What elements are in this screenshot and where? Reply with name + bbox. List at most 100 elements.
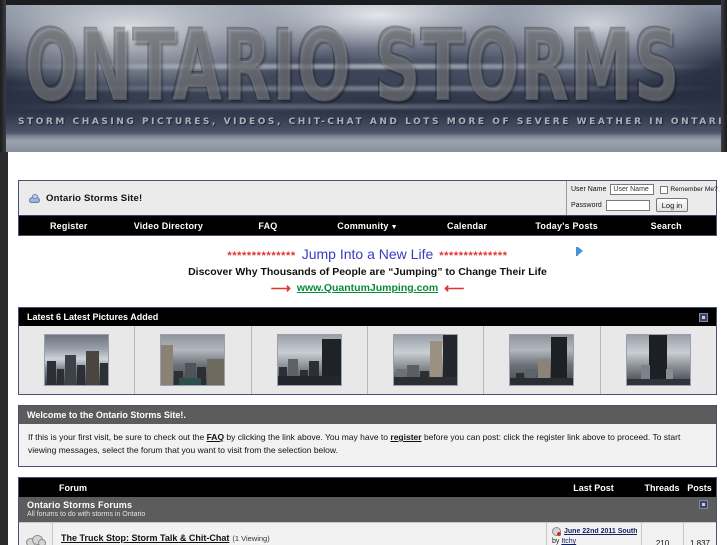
thumbnail-item[interactable] [601, 326, 716, 394]
login-form: User Name Remember Me? Password Log in [566, 181, 718, 215]
thumbnail-item[interactable] [135, 326, 252, 394]
remember-me-label: Remember Me? [670, 186, 718, 193]
ad-headline: Jump Into a New Life [301, 246, 434, 262]
faq-link[interactable]: FAQ [207, 432, 224, 442]
site-header-banner: ONTARIO STORMS STORM CHASING PICTURES, V… [0, 0, 727, 152]
ad-stars-right: ************** [439, 250, 508, 262]
nav-item-community[interactable]: Community ▼ [318, 221, 418, 231]
username-row: User Name Remember Me? [571, 184, 718, 195]
advertisement-banner[interactable]: ************** Jump Into a New Life ******… [18, 247, 717, 297]
last-post-author-link[interactable]: Itchy [561, 538, 576, 545]
password-row: Password Log in [571, 198, 712, 212]
column-header-forum[interactable]: Forum [19, 483, 546, 493]
city-skyline-storm-4 [393, 334, 459, 386]
breadcrumb-label: Ontario Storms Site! [46, 192, 143, 204]
horizon-line [0, 134, 727, 152]
password-label: Password [571, 201, 602, 209]
welcome-title: Welcome to the Ontario Storms Site!. [19, 406, 716, 424]
table-row: The Truck Stop: Storm Talk & Chit-Chat (1… [19, 522, 716, 545]
nav-label: Community [337, 220, 389, 231]
chevron-down-icon: ▼ [390, 223, 398, 231]
nav-item-video-directory[interactable]: Video Directory [119, 221, 219, 231]
forum-category-subtitle: All forums to do with storms in Ontario [27, 511, 146, 518]
column-header-posts[interactable]: Posts [683, 483, 716, 493]
header-toolbar-box: Ontario Storms Site! User Name Remember … [18, 180, 718, 236]
ad-subline: Discover Why Thousands of People are “Ju… [188, 266, 547, 278]
threads-count-cell: 210 [641, 523, 683, 545]
ad-stars-left: ************** [227, 250, 296, 262]
storm-cloud-icon [25, 533, 47, 545]
forum-table-header: Forum Last Post Threads Posts [19, 478, 716, 497]
nav-label: Today's Posts [535, 220, 598, 231]
remember-me-toggle[interactable]: Remember Me? [660, 185, 718, 194]
site-tagline: STORM CHASING PICTURES, VIDEOS, CHIT-CHA… [18, 117, 727, 127]
column-header-threads[interactable]: Threads [641, 483, 683, 493]
nav-label: Calendar [447, 220, 488, 231]
last-post-title-row: June 22nd 2011 Southern... [552, 527, 637, 536]
new-post-icon [552, 527, 561, 536]
forum-list-table: Forum Last Post Threads Posts Ontario St… [18, 477, 717, 545]
forum-status-icon-cell [19, 523, 53, 545]
welcome-panel: Welcome to the Ontario Storms Site!. If … [18, 405, 717, 467]
page-content: Ontario Storms Site! User Name Remember … [8, 152, 727, 545]
username-label: User Name [571, 186, 607, 193]
banner-top-edge [0, 0, 727, 5]
nav-label: FAQ [258, 220, 278, 231]
ad-headline-row: ************** Jump Into a New Life ******… [18, 247, 717, 264]
nav-label: Search [650, 220, 682, 231]
thumbnail-item[interactable] [484, 326, 601, 394]
collapse-icon[interactable] [699, 312, 708, 322]
arrow-left-icon: ⟵ [444, 280, 465, 296]
last-post-cell: June 22nd 2011 Southern... by Itchy 12 H… [546, 523, 641, 545]
city-skyline-storm-2 [160, 334, 226, 386]
thumbnail-item[interactable] [19, 326, 136, 394]
thumbnail-item[interactable] [368, 326, 485, 394]
forum-title-link[interactable]: The Truck Stop: Storm Talk & Chit-Chat [61, 533, 229, 543]
username-input[interactable] [610, 184, 655, 195]
header-toolbar: Ontario Storms Site! User Name Remember … [19, 181, 718, 215]
remember-me-checkbox[interactable] [660, 185, 669, 194]
register-link[interactable]: register [390, 432, 421, 442]
nav-item-register[interactable]: Register [19, 221, 119, 231]
arrow-right-icon: ⟶ [270, 280, 291, 296]
last-post-author-row: by Itchy [552, 538, 637, 545]
city-skyline-storm-3 [276, 334, 342, 386]
login-button[interactable]: Log in [655, 198, 689, 212]
welcome-text-1: If this is your first visit, be sure to … [28, 432, 207, 442]
last-post-by-prefix: by [552, 538, 562, 545]
thumbnail-item[interactable] [252, 326, 368, 394]
ad-url-row: ⟶ www.QuantumJumping.com ⟵ [18, 280, 717, 296]
city-skyline-storm-1 [44, 334, 110, 386]
ad-url-link[interactable]: www.QuantumJumping.com [297, 280, 438, 296]
page-left-margin [0, 152, 8, 545]
site-title: ONTARIO STORMS [24, 8, 680, 122]
breadcrumb[interactable]: Ontario Storms Site! [19, 181, 566, 215]
city-skyline-storm-6 [625, 334, 691, 386]
banner-left-edge [0, 0, 6, 152]
posts-count-cell: 1,837 [683, 523, 716, 545]
column-header-last-post[interactable]: Last Post [546, 483, 641, 493]
password-input[interactable] [605, 199, 650, 211]
ad-choices-icon[interactable] [576, 247, 585, 256]
last-post-link[interactable]: June 22nd 2011 Southern... [564, 528, 637, 535]
forum-category-header: Ontario Storms Forums All forums to do w… [19, 497, 716, 522]
nav-label: Video Directory [133, 220, 204, 231]
latest-pictures-strip [19, 326, 716, 394]
banner-right-edge [721, 0, 727, 152]
welcome-text-2: by clicking the link above. You may have… [224, 432, 391, 442]
forum-category-text: Ontario Storms Forums All forums to do w… [27, 500, 145, 518]
home-site-icon [29, 193, 41, 204]
nav-item-calendar[interactable]: Calendar [417, 221, 517, 231]
forum-info-cell: The Truck Stop: Storm Talk & Chit-Chat (1… [53, 523, 546, 545]
nav-item-search[interactable]: Search [616, 221, 716, 231]
main-navigation: Register Video Directory FAQ Community ▼ … [19, 215, 716, 235]
nav-item-faq[interactable]: FAQ [218, 221, 318, 231]
nav-item-todays-posts[interactable]: Today's Posts [517, 221, 617, 231]
latest-pictures-header: Latest 6 Latest Pictures Added [19, 308, 716, 326]
forum-viewing-count: (1 Viewing) [232, 534, 270, 543]
city-skyline-storm-5 [509, 334, 575, 386]
collapse-icon[interactable] [699, 500, 708, 509]
welcome-body: If this is your first visit, be sure to … [19, 424, 716, 466]
latest-pictures-panel: Latest 6 Latest Pictures Added [18, 307, 717, 395]
forum-category-title[interactable]: Ontario Storms Forums [27, 500, 145, 510]
